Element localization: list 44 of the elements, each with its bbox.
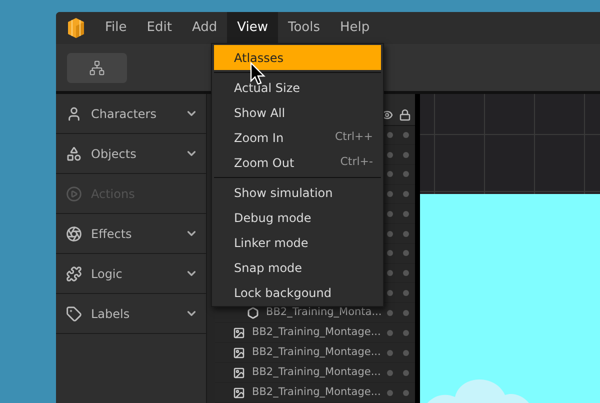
menu-entry[interactable]: Snap mode [214,255,381,280]
hierarchy-icon [89,60,105,76]
image-icon [233,386,245,399]
menu-entry[interactable]: Zoom In Ctrl++ [214,125,381,150]
menu-entry[interactable]: Actual Size [214,75,381,100]
menu-item[interactable]: Edit [136,12,182,44]
layer-name: BB2_Training_Montage... [252,384,382,400]
image-icon [233,346,245,359]
menu-entry[interactable]: Show All [214,100,381,125]
layer-name: BB2_Training_Montage... [252,344,382,360]
layer-name: BB2_Training_Monta... [266,304,383,320]
sidebar-label: Labels [91,306,131,322]
menu-entry[interactable]: Show simulation [214,180,381,205]
cube-logo-icon[interactable] [65,17,87,39]
layer-row[interactable]: BB2_Training_Montage... [215,363,415,384]
menu-entry[interactable]: Debug mode [214,205,381,230]
eye-icon [381,108,393,121]
layer-row[interactable]: BB2_Training_Montage... [215,383,415,403]
menu-entry[interactable]: Lock backgound [214,280,381,305]
menu-entry[interactable]: Zoom Out Ctrl+- [214,150,381,175]
layer-row[interactable]: BB2_Training_Montage... [215,343,415,364]
menu-item[interactable]: View [227,12,278,44]
sidebar-label: Characters [91,106,158,122]
hierarchy-button[interactable] [67,52,127,82]
hexagon-icon [247,306,259,319]
menu-entry[interactable]: Atlasses [214,45,381,70]
layer-row[interactable]: BB2_Training_Montage... [215,323,415,344]
layer-name: BB2_Training_Montage... [252,324,382,340]
menu-item[interactable]: Tools [278,12,330,44]
image-icon [233,326,245,339]
sidebar-label: Effects [91,226,133,242]
menu-item[interactable]: Help [330,12,380,44]
image-icon [233,366,245,379]
play-circle-icon [66,186,82,202]
menu-item[interactable]: Add [182,12,228,44]
person-icon [66,106,82,122]
tag-icon [66,306,82,322]
sidebar-label: Logic [91,266,124,282]
layer-name: BB2_Training_Montage... [252,364,382,380]
menu-item[interactable]: File [95,12,137,44]
menu-entry[interactable]: Linker mode [214,230,381,255]
puzzle-icon [66,266,82,282]
lock-icon [399,108,411,121]
sidebar-label: Objects [91,146,138,162]
